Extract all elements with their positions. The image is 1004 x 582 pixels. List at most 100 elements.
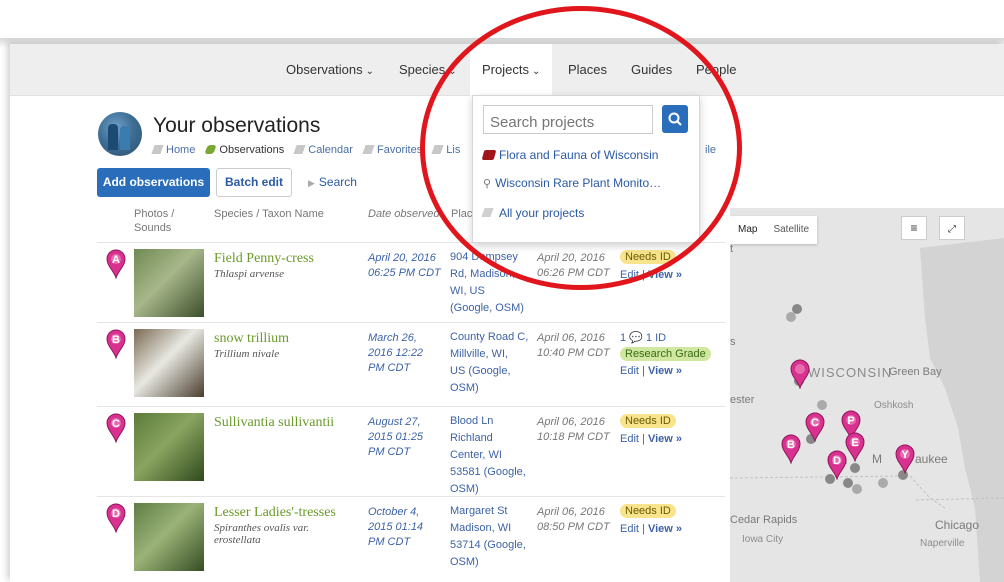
add-observations-button[interactable]: Add observations	[97, 168, 210, 197]
map-cluster-dot[interactable]	[878, 478, 888, 488]
table-row[interactable]: D Lesser Ladies'-tresses Spiranthes ovalis…	[97, 496, 725, 582]
quality-badge: Needs ID	[620, 414, 676, 428]
row-actions: Edit | View »	[620, 269, 682, 281]
batch-edit-button[interactable]: Batch edit	[216, 168, 292, 197]
map-tab-map[interactable]: Map	[730, 216, 765, 244]
map-marker-icon: D	[827, 450, 847, 481]
chevron-down-icon: ⌄	[531, 66, 541, 77]
project-wisconsin-rare-plant[interactable]: ⚲ Wisconsin Rare Plant Monito…	[483, 176, 661, 190]
date-observed: March 26, 2016 12:22 PM CDT	[368, 332, 424, 374]
map-label-chicago: Chicago	[935, 518, 980, 532]
nav-people[interactable]: People	[696, 44, 736, 95]
svg-text:E: E	[851, 437, 858, 449]
date-observed: August 27, 2015 01:25 PM CDT	[368, 416, 424, 458]
observation-photo[interactable]	[134, 503, 204, 571]
map-marker[interactable]	[789, 359, 811, 390]
map-marker-icon: B	[781, 434, 801, 465]
quality-badge: Needs ID	[620, 504, 676, 518]
map-cluster-dot[interactable]	[850, 463, 860, 473]
map-marker-icon: C	[805, 412, 825, 443]
svg-text:C: C	[811, 417, 819, 429]
project-logo-icon	[481, 150, 497, 160]
subnav-favorites[interactable]: Favorites	[362, 144, 422, 156]
page-title: Your observations	[153, 114, 321, 137]
row-actions: Edit | View »	[620, 433, 682, 445]
svg-text:B: B	[787, 439, 795, 451]
map-marker[interactable]: C	[804, 412, 826, 443]
map-label-waukee: aukee	[915, 452, 948, 466]
nav-observations[interactable]: Observations ⌄	[286, 44, 374, 95]
lists-icon	[431, 145, 444, 154]
common-name[interactable]: Field Penny-cress	[214, 251, 314, 267]
all-your-projects-link[interactable]: All your projects	[481, 206, 584, 220]
view-link[interactable]: View »	[648, 433, 682, 445]
table-row[interactable]: Bsnow trillium Trillium nivale March 26, 20…	[97, 322, 725, 407]
project-flora-fauna-wisconsin[interactable]: Flora and Fauna of Wisconsin	[481, 148, 658, 162]
view-link[interactable]: View »	[648, 523, 682, 535]
header-date-observed[interactable]: Date observed	[368, 208, 440, 220]
view-link[interactable]: View »	[648, 365, 682, 377]
edit-link[interactable]: Edit	[620, 365, 639, 377]
common-name[interactable]: snow trillium	[214, 331, 289, 347]
date-observed: April 20, 2016 06:25 PM CDT	[368, 252, 441, 279]
nav-places[interactable]: Places	[568, 44, 607, 95]
table-row[interactable]: C Sullivantia sullivantii August 27, 2015 0…	[97, 406, 725, 497]
map-label-oshkosh: Oshkosh	[874, 400, 914, 411]
date-added: April 06, 2016 08:50 PM CDT	[537, 506, 610, 533]
map-marker-icon: B	[106, 329, 126, 360]
scientific-name: Spiranthes ovalis var. erostellata	[214, 522, 310, 546]
project-icon	[481, 208, 494, 217]
scientific-name: Trillium nivale	[214, 348, 280, 360]
subnav-home[interactable]: Home	[151, 144, 195, 156]
date-added: April 20, 2016 06:26 PM CDT	[537, 252, 610, 279]
subnav-lists[interactable]: Lis	[431, 144, 460, 156]
subnav-observations[interactable]: Observations	[204, 144, 284, 156]
marker-pin[interactable]: B	[105, 329, 127, 360]
layers-button[interactable]: ≡	[901, 216, 927, 240]
view-link[interactable]: View »	[648, 269, 682, 281]
edit-link[interactable]: Edit	[620, 269, 639, 281]
chevron-down-icon: ⌄	[365, 66, 374, 77]
nav-guides[interactable]: Guides	[631, 44, 672, 95]
map-tab-satellite[interactable]: Satellite	[765, 216, 817, 244]
observation-photo[interactable]	[134, 329, 204, 397]
map-cluster-dot[interactable]	[786, 312, 796, 322]
marker-pin[interactable]: C	[105, 413, 127, 444]
common-name[interactable]: Lesser Ladies'-tresses	[214, 505, 336, 521]
place[interactable]: Blood Ln Richland Center, WI 53581 (Google,…	[450, 413, 526, 498]
map-marker[interactable]: D	[826, 450, 848, 481]
nav-species[interactable]: Species ⌄	[399, 44, 457, 95]
map-label-iowa-city: Iowa City	[742, 534, 784, 545]
map-marker-icon	[790, 359, 810, 390]
edit-link[interactable]: Edit	[620, 433, 639, 445]
header-species: Species / Taxon Name	[214, 208, 324, 220]
common-name[interactable]: Sullivantia sullivantii	[214, 415, 334, 431]
observation-photo[interactable]	[134, 249, 204, 317]
nav-projects[interactable]: Projects ⌄	[470, 44, 553, 96]
subnav-profile[interactable]: ile	[705, 144, 716, 156]
map-marker[interactable]: B	[780, 434, 802, 465]
date-observed: October 4, 2015 01:14 PM CDT	[368, 506, 424, 548]
map-cluster-dot[interactable]	[817, 400, 827, 410]
fullscreen-button[interactable]: ⤢	[939, 216, 965, 240]
map-marker-icon: Y	[895, 444, 915, 475]
observation-photo[interactable]	[134, 413, 204, 481]
map-panel[interactable]: Map Satellite ≡ ⤢ WISCONSIN Green Bay Osh…	[730, 208, 1004, 582]
avatar[interactable]	[98, 112, 142, 156]
marker-pin[interactable]: A	[105, 249, 127, 280]
place[interactable]: Margaret St Madison, WI 53714 (Google, OSM)	[450, 503, 526, 571]
search-projects-button[interactable]	[662, 105, 688, 133]
subnav-calendar[interactable]: Calendar	[293, 144, 353, 156]
edit-link[interactable]: Edit	[620, 523, 639, 535]
marker-pin[interactable]: D	[105, 503, 127, 534]
place[interactable]: 904 Dempsey Rd, Madison, WI, US (Google, OS…	[450, 249, 524, 317]
map-cluster-dot[interactable]	[852, 484, 862, 494]
row-actions: Edit | View »	[620, 523, 682, 535]
search-projects-input[interactable]	[483, 105, 653, 134]
search-toggle[interactable]: ▶ Search	[308, 175, 357, 189]
place[interactable]: County Road C, Millville, WI, US (Google, O…	[450, 329, 528, 397]
scientific-name: Thlaspi arvense	[214, 268, 284, 280]
map-marker[interactable]: Y	[894, 444, 916, 475]
map-marker-icon: A	[106, 249, 126, 280]
table-row[interactable]: A Field Penny-cress Thlaspi arvense April 2…	[97, 242, 725, 323]
